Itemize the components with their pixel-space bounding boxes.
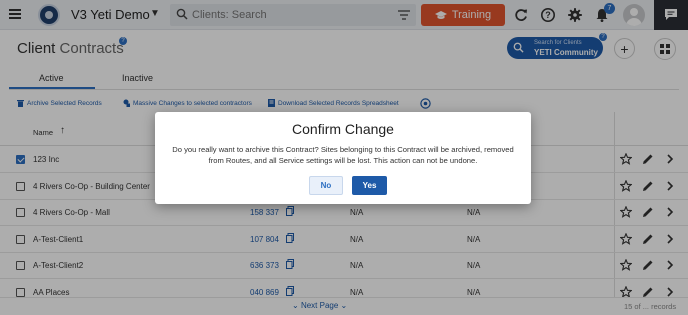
dialog-message: Do you really want to archive this Contr… (172, 145, 514, 165)
yes-button[interactable]: Yes (352, 176, 387, 195)
confirm-dialog: Confirm Change Do you really want to arc… (155, 112, 531, 204)
dialog-title: Confirm Change (292, 121, 394, 137)
no-button[interactable]: No (309, 176, 343, 195)
